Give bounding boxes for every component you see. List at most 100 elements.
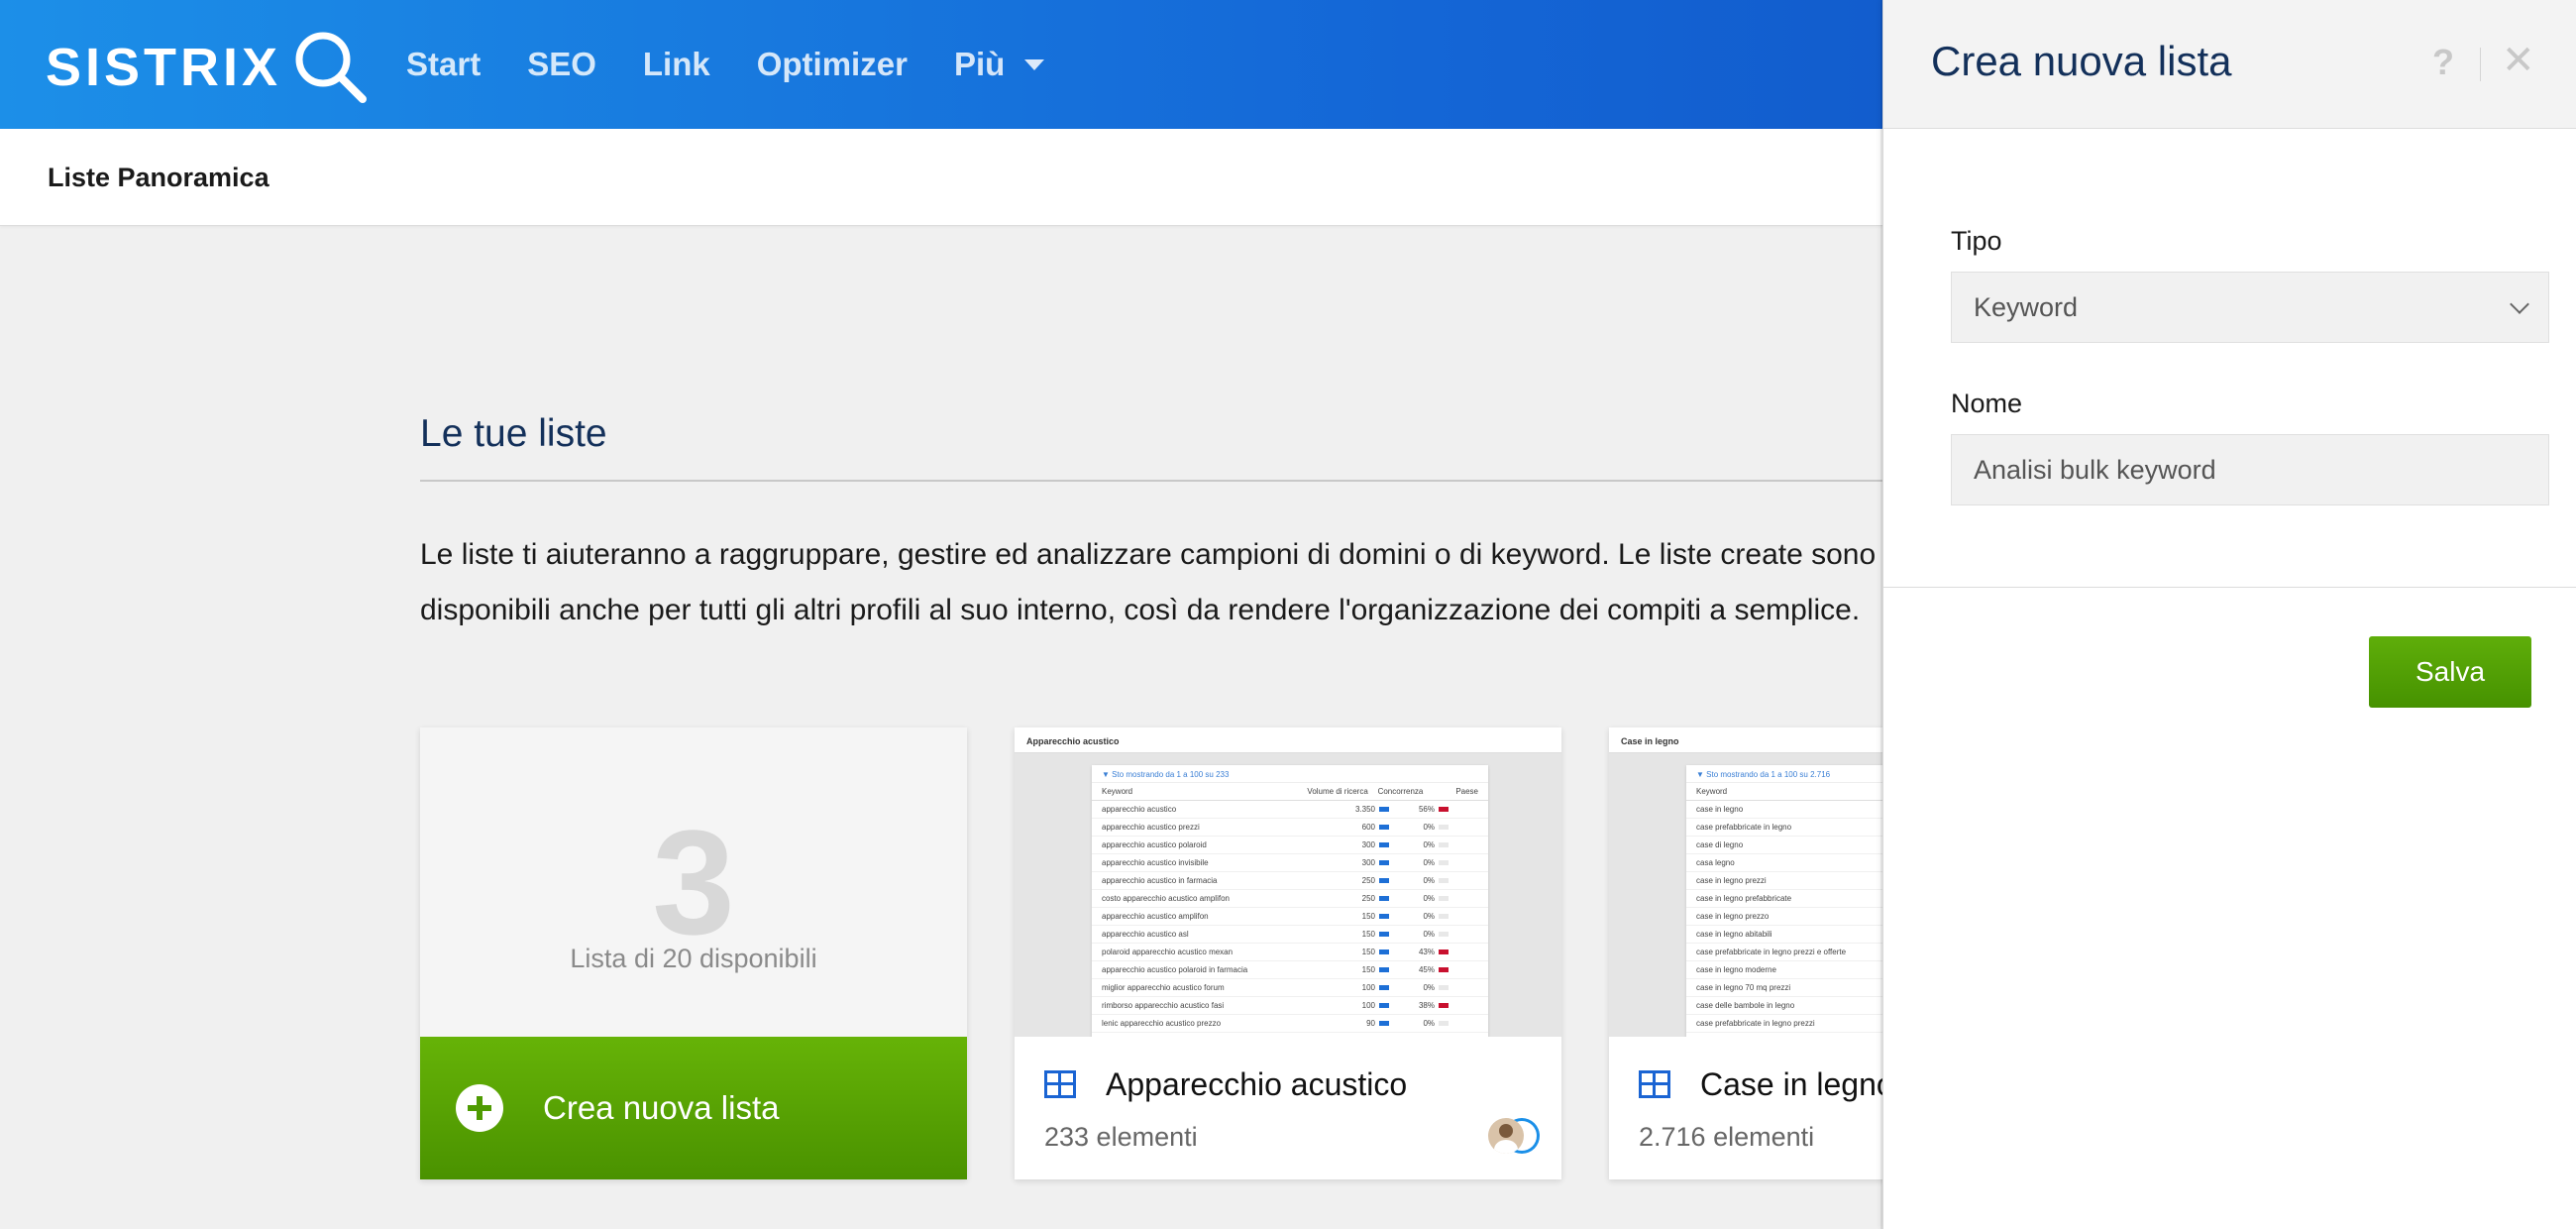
volume-bar (1379, 807, 1389, 812)
thumb-competition-value: 38% (1418, 1001, 1435, 1010)
intro-text: Le liste ti aiuteranno a raggruppare, ge… (420, 538, 1877, 626)
competition-bar (1439, 860, 1449, 865)
save-button[interactable]: Salva (2369, 636, 2531, 708)
thumb-volume-value: 150 (1361, 948, 1375, 956)
thumb-competition: 45% (1389, 965, 1449, 974)
name-input[interactable] (1951, 434, 2549, 505)
thumb-keyword: lenic apparecchio acustico prezzo (1102, 1019, 1222, 1028)
grid-icon (1044, 1070, 1076, 1098)
thumb-volume-value: 150 (1361, 965, 1375, 974)
thumb-competition-value: 0% (1423, 823, 1435, 832)
list-availability: Lista di 20 disponibili (570, 944, 817, 973)
thumb-keyword: apparecchio acustico invisibile (1102, 858, 1209, 867)
competition-bar (1439, 896, 1449, 901)
thumb-competition-value: 0% (1423, 930, 1435, 939)
thumb-competition-value: 0% (1423, 858, 1435, 867)
thumb-volume: 150 (1310, 930, 1389, 939)
nav-label: Link (642, 46, 710, 82)
nav-item-more[interactable]: Più (953, 46, 1045, 83)
volume-bar (1379, 914, 1389, 919)
thumb-volume-value: 100 (1361, 983, 1375, 992)
thumb-volume: 250 (1310, 876, 1389, 885)
thumb-volume-value: 300 (1361, 840, 1375, 849)
thumb-competition: 0% (1389, 876, 1449, 885)
thumb-competition: 0% (1389, 823, 1449, 832)
thumb-keyword: case in legno abitabili (1696, 930, 1772, 939)
thumb-volume: 300 (1310, 840, 1389, 849)
nav-label: SEO (527, 46, 596, 82)
thumb-competition: 56% (1389, 805, 1449, 814)
thumb-competition-value: 0% (1423, 840, 1435, 849)
section-divider (420, 480, 1906, 482)
thumb-table-row: costo apparecchio acustico amplifon 250 0% (1092, 890, 1488, 908)
thumb-volume-value: 300 (1361, 858, 1375, 867)
magnifier-logo-icon (289, 26, 373, 109)
panel-title: Crea nuova lista (1931, 38, 2232, 84)
thumb-volume: 150 (1310, 965, 1389, 974)
thumb-volume-value: 250 (1361, 876, 1375, 885)
thumb-competition: 0% (1389, 912, 1449, 921)
thumb-keyword: casa legno (1696, 858, 1735, 867)
list-preview-thumbnail: Apparecchio acustico ▼ Sto mostrando da … (1015, 727, 1561, 1037)
volume-bar (1379, 842, 1389, 847)
thumb-volume: 600 (1310, 823, 1389, 832)
volume-bar (1379, 1003, 1389, 1008)
thumb-keyword: case in legno prefabbricate (1696, 894, 1792, 903)
thumb-volume-value: 3.350 (1354, 805, 1375, 814)
volume-bar (1379, 950, 1389, 954)
nav-label: Più (953, 46, 1006, 82)
logo-text: SISTRIX (46, 38, 282, 97)
thumb-table-row: apparecchio acustico 3.350 56% (1092, 801, 1488, 819)
thumb-volume-value: 250 (1361, 894, 1375, 903)
volume-bar (1379, 896, 1389, 901)
thumb-volume: 100 (1310, 983, 1389, 992)
thumb-table-row: lenic apparecchio acustico prezzo 90 0% (1092, 1015, 1488, 1033)
list-title: Case in legno (1700, 1066, 1894, 1102)
thumb-volume-value: 150 (1361, 912, 1375, 921)
thumb-keyword: costo apparecchio acustico amplifon (1102, 894, 1230, 903)
type-select-value: Keyword (1974, 291, 2079, 322)
thumb-col: Concorrenza (1377, 787, 1424, 796)
thumb-table-row: apparecchio acustico polaroid 300 0% (1092, 837, 1488, 854)
volume-bar (1379, 1021, 1389, 1026)
new-list-card: 3 Lista di 20 disponibili Crea nuova lis… (420, 727, 967, 1179)
thumb-keyword: polaroid apparecchio acustico mexan (1102, 948, 1234, 956)
volume-bar (1379, 932, 1389, 937)
sistrix-logo[interactable]: SISTRIX (46, 28, 373, 107)
nav-item-link[interactable]: Link (643, 46, 710, 83)
list-card[interactable]: Apparecchio acustico ▼ Sto mostrando da … (1015, 727, 1561, 1179)
thumb-competition-value: 0% (1423, 894, 1435, 903)
thumb-volume: 150 (1310, 948, 1389, 956)
section-title: Le tue liste (420, 412, 607, 455)
thumb-table-header: Keyword Volume di ricerca Concorrenza Pa… (1092, 783, 1488, 801)
create-new-list-button[interactable]: Crea nuova lista (420, 1037, 967, 1179)
page-breadcrumb: Liste Panoramica (48, 163, 269, 192)
thumb-table-row: apparecchio acustico amplifon 150 0% (1092, 908, 1488, 926)
thumb-keyword: miglior apparecchio acustico forum (1102, 983, 1225, 992)
thumb-header: Apparecchio acustico (1015, 727, 1561, 753)
nav-item-start[interactable]: Start (406, 46, 481, 83)
thumb-competition-value: 43% (1418, 948, 1435, 956)
list-element-count: 2.716 elementi (1639, 1122, 1815, 1152)
thumb-col: Volume di ricerca (1307, 787, 1368, 796)
competition-bar (1439, 950, 1449, 954)
type-select[interactable]: Keyword (1951, 272, 2549, 343)
thumb-volume-value: 100 (1361, 1001, 1375, 1010)
competition-bar (1439, 842, 1449, 847)
thumb-keyword: apparecchio acustico polaroid in farmaci… (1102, 965, 1248, 974)
close-icon[interactable]: ✕ (2502, 38, 2535, 83)
thumb-keyword: case in legno prezzi (1696, 876, 1767, 885)
help-icon[interactable]: ? (2432, 42, 2454, 83)
thumb-competition-value: 0% (1423, 983, 1435, 992)
nav-item-optimizer[interactable]: Optimizer (757, 46, 908, 83)
list-title: Apparecchio acustico (1106, 1066, 1408, 1102)
thumb-keyword: apparecchio acustico prezzi (1102, 823, 1200, 832)
type-label: Tipo (1951, 226, 2002, 256)
thumb-keyword: case prefabbricate in legno prezzi (1696, 1019, 1815, 1028)
thumb-keyword: rimborso apparecchio acustico fasi (1102, 1001, 1225, 1010)
thumb-keyword: case in legno moderne (1696, 965, 1776, 974)
thumb-table-row: apparecchio acustico invisibile 300 0% (1092, 854, 1488, 872)
nav-item-seo[interactable]: SEO (527, 46, 596, 83)
thumb-competition: 0% (1389, 1019, 1449, 1028)
name-label: Nome (1951, 389, 2023, 418)
